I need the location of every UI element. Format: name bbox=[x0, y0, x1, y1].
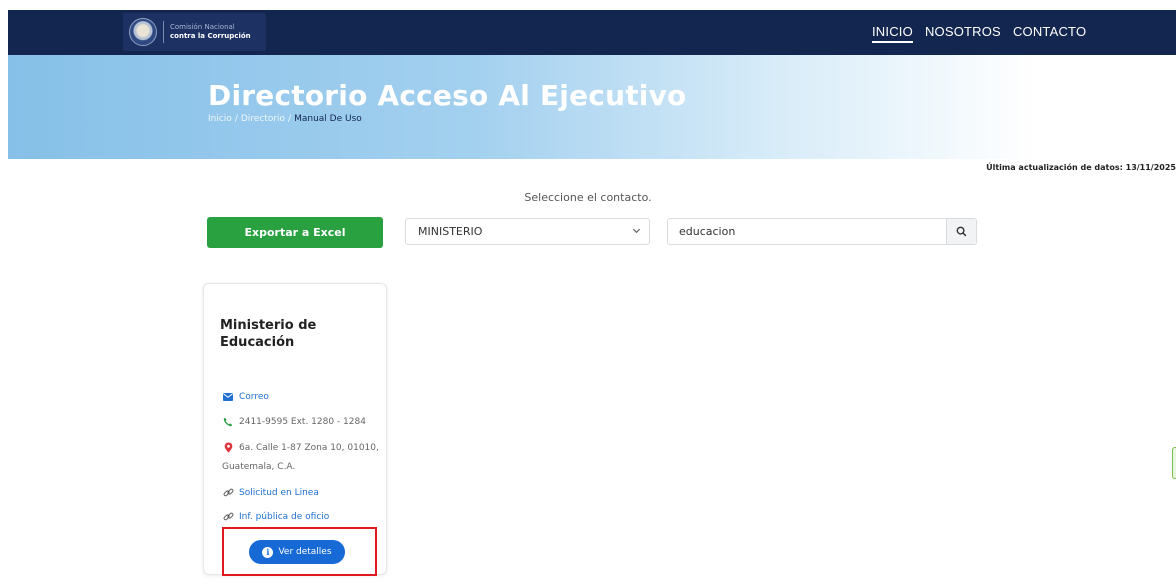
search-input[interactable] bbox=[668, 219, 946, 244]
envelope-icon bbox=[222, 393, 234, 401]
breadcrumb: Inicio / Directorio / Manual De Uso bbox=[208, 114, 362, 124]
card-title: Ministerio de Educación bbox=[220, 318, 317, 350]
search-box bbox=[667, 218, 977, 245]
phone-number: 2411-9595 Ext. 1280 - 1284 bbox=[239, 417, 366, 427]
public-info-row: Inf. pública de oficio bbox=[222, 511, 329, 522]
highlight-annotation bbox=[222, 527, 377, 576]
link-icon bbox=[222, 511, 234, 522]
logo-line-2: contra la Corrupción bbox=[170, 32, 251, 40]
last-update-text: Última actualización de datos: 13/11/202… bbox=[986, 163, 1176, 172]
top-navbar: Comisión Nacional contra la Corrupción I… bbox=[8, 10, 1176, 55]
page-title: Directorio Acceso Al Ejecutivo bbox=[208, 79, 687, 112]
export-excel-button[interactable]: Exportar a Excel bbox=[207, 217, 383, 248]
breadcrumb-directorio[interactable]: Directorio bbox=[241, 114, 285, 124]
logo-text: Comisión Nacional contra la Corrupción bbox=[170, 23, 251, 41]
hero-banner: Directorio Acceso Al Ejecutivo Inicio / … bbox=[8, 55, 1176, 159]
search-button[interactable] bbox=[946, 219, 976, 244]
logo-divider bbox=[163, 21, 164, 43]
guatemala-seal-icon bbox=[129, 18, 157, 46]
phone-row: 2411-9595 Ext. 1280 - 1284 bbox=[222, 417, 366, 427]
breadcrumb-current: Manual De Uso bbox=[294, 114, 362, 124]
category-select[interactable]: MINISTERIO bbox=[405, 218, 650, 245]
address-row: 6a. Calle 1-87 Zona 10, 01010, bbox=[222, 442, 379, 453]
category-select-value: MINISTERIO bbox=[418, 225, 483, 238]
breadcrumb-separator: / bbox=[234, 114, 238, 124]
site-logo[interactable]: Comisión Nacional contra la Corrupción bbox=[123, 13, 266, 51]
online-request-link[interactable]: Solicitud en Linea bbox=[239, 488, 319, 498]
address-line-2: Guatemala, C.A. bbox=[222, 462, 296, 472]
logo-line-1: Comisión Nacional bbox=[170, 23, 235, 31]
phone-icon bbox=[222, 417, 234, 427]
select-contact-prompt: Seleccione el contacto. bbox=[524, 191, 652, 204]
address-line-1: 6a. Calle 1-87 Zona 10, 01010, bbox=[239, 442, 379, 453]
search-icon bbox=[956, 226, 967, 237]
nav-link-inicio[interactable]: INICIO bbox=[872, 24, 913, 43]
request-row: Solicitud en Linea bbox=[222, 487, 319, 498]
link-icon bbox=[222, 487, 234, 498]
public-info-link[interactable]: Inf. pública de oficio bbox=[239, 512, 329, 522]
nav-link-nosotros[interactable]: NOSOTROS bbox=[925, 24, 1001, 43]
chevron-down-icon bbox=[632, 226, 641, 238]
main-nav: INICIO NOSOTROS CONTACTO bbox=[872, 24, 1086, 43]
breadcrumb-separator: / bbox=[288, 114, 292, 124]
email-row: Correo bbox=[222, 392, 269, 402]
email-link[interactable]: Correo bbox=[239, 392, 269, 402]
breadcrumb-home[interactable]: Inicio bbox=[208, 114, 232, 124]
nav-link-contacto[interactable]: CONTACTO bbox=[1013, 24, 1086, 43]
side-feedback-tab[interactable] bbox=[1172, 447, 1176, 479]
map-pin-icon bbox=[222, 442, 234, 453]
